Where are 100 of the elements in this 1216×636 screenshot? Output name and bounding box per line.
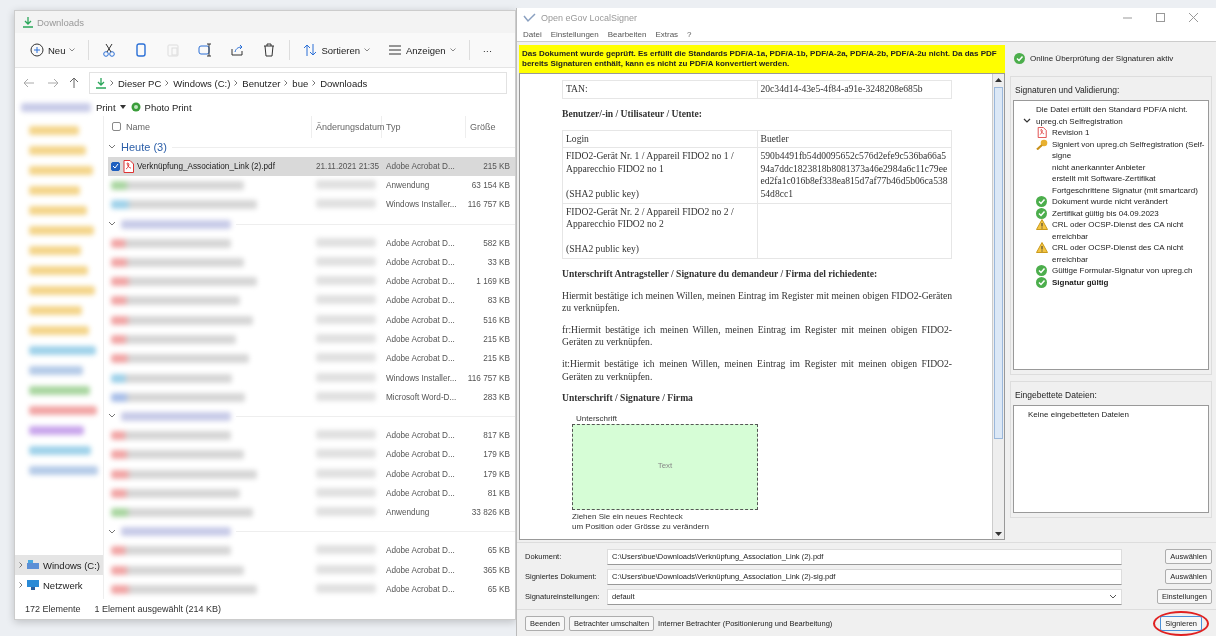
new-button[interactable]: Neu: [23, 39, 83, 61]
file-size: 817 KB: [483, 431, 510, 441]
file-row[interactable]: Microsoft Word-D... 283 KB: [108, 387, 515, 408]
file-row[interactable]: Adobe Acrobat D... 33 KB: [108, 252, 515, 273]
file-row[interactable]: Adobe Acrobat D... 65 KB: [108, 579, 515, 599]
file-size: 65 KB: [487, 546, 510, 556]
file-type: Adobe Acrobat D...: [386, 335, 455, 345]
breadcrumb-item[interactable]: Dieser PC: [118, 77, 162, 89]
up-arrow-icon[interactable]: [69, 77, 79, 89]
file-row[interactable]: Anwendung 63 154 KB: [108, 176, 515, 196]
file-row[interactable]: Adobe Acrobat D... 365 KB: [108, 560, 515, 580]
blurred-text: [316, 507, 376, 517]
file-row[interactable]: Adobe Acrobat D... 83 KB: [108, 291, 515, 311]
section-heading: Eingebettete Dateien:: [1014, 389, 1098, 403]
blurred-text: [29, 205, 87, 215]
sidebar-item[interactable]: Netzwerk: [15, 575, 103, 595]
address-bar[interactable]: Dieser PC Windows (C:) Benutzer bue Downloads: [89, 72, 507, 94]
forward-arrow-icon[interactable]: [47, 78, 59, 88]
close-icon[interactable]: [1189, 13, 1198, 23]
menu-item[interactable]: Datei: [523, 30, 542, 40]
validation-entry: Signatur gültig: [1052, 276, 1109, 289]
scroll-up-icon[interactable]: [995, 77, 1002, 82]
row-checkbox[interactable]: [111, 161, 120, 171]
file-size: 179 KB: [483, 469, 510, 479]
document-heading: Unterschrift / Signature / Firma: [562, 392, 694, 405]
menu-item[interactable]: Bearbeiten: [607, 30, 647, 40]
check-icon: [1036, 265, 1048, 277]
column-header[interactable]: Name: [126, 121, 150, 132]
check-icon: [1036, 196, 1048, 208]
column-header[interactable]: Größe: [470, 121, 496, 132]
caret-icon: [119, 105, 126, 109]
menu-item[interactable]: Einstellungen: [550, 30, 599, 40]
file-row[interactable]: Verknüpfung_Association_Link (2).pdf 21.11.2021 21:35 Adobe Acrobat D... 215 KB: [108, 156, 515, 177]
back-arrow-icon[interactable]: [23, 78, 35, 88]
file-size: 215 KB: [483, 354, 510, 364]
file-type: Adobe Acrobat D...: [386, 546, 455, 556]
file-row[interactable]: Adobe Acrobat D... 516 KB: [108, 310, 515, 330]
blurred-text: [316, 237, 376, 247]
file-date: 21.11.2021 21:35: [316, 161, 380, 171]
file-type: Adobe Acrobat D...: [386, 469, 455, 479]
table-cell: 20c34d14-43e5-4f84-a91e-3248208e685b: [760, 83, 923, 95]
sidebar-item[interactable]: Windows (C:): [15, 555, 103, 575]
app-icon: [130, 102, 141, 112]
file-row[interactable]: Adobe Acrobat D... 1 169 KB: [108, 272, 515, 292]
view-button[interactable]: Anzeigen: [381, 39, 463, 61]
file-size: 516 KB: [483, 315, 510, 325]
file-row[interactable]: Adobe Acrobat D... 179 KB: [108, 464, 515, 484]
file-type: Adobe Acrobat D...: [386, 238, 455, 248]
file-row[interactable]: Adobe Acrobat D... 215 KB: [108, 329, 515, 350]
file-row[interactable]: Adobe Acrobat D... 215 KB: [108, 349, 515, 369]
file-row[interactable]: Adobe Acrobat D... 582 KB: [108, 233, 515, 253]
breadcrumb-item[interactable]: Windows (C:): [173, 77, 231, 89]
window-title: Downloads: [37, 16, 84, 28]
pdf-file-icon: [123, 159, 134, 173]
breadcrumb-item[interactable]: bue: [292, 77, 309, 89]
file-row[interactable]: Windows Installer... 116 757 KB: [108, 195, 515, 215]
group-header[interactable]: Heute (3): [121, 141, 167, 154]
file-row[interactable]: Adobe Acrobat D... 817 KB: [108, 425, 515, 446]
validation-entry: CRL oder OCSP-Dienst des CA nicht erreichbar: [1052, 219, 1185, 243]
column-header[interactable]: Änderungsdatum: [316, 121, 385, 132]
file-row[interactable]: Adobe Acrobat D... 179 KB: [108, 445, 515, 465]
menu-item[interactable]: ?: [687, 30, 692, 40]
print-dropdown[interactable]: Print: [96, 101, 126, 113]
blurred-text: [29, 405, 97, 415]
tree-item[interactable]: Die Datei erfüllt den Standard PDF/A nicht.: [1036, 104, 1188, 116]
menu-item[interactable]: Extras: [655, 30, 679, 40]
file-row[interactable]: Anwendung 33 826 KB: [108, 503, 515, 523]
app-shortcut[interactable]: Photo Print: [130, 101, 192, 113]
validation-entry: CRL oder OCSP-Dienst des CA nicht erreichbar: [1052, 242, 1185, 266]
key-icon: [1036, 138, 1048, 150]
blurred-text: [29, 145, 86, 155]
trash-icon: [262, 43, 277, 57]
blurred-text: [316, 487, 376, 497]
sort-button[interactable]: Sortieren: [296, 39, 377, 61]
copy-icon: [134, 43, 149, 57]
blurred-text: [29, 165, 93, 175]
validation-entry: Revision 1: [1052, 127, 1090, 139]
signature-hint: Ziehen Sie ein neues Rechteck um Position oder Grösse zu verändern: [572, 511, 710, 532]
blurred-text: [316, 564, 376, 574]
breadcrumb-item[interactable]: Benutzer: [242, 77, 281, 89]
chevron-right-icon: [234, 80, 239, 86]
file-row[interactable]: Adobe Acrobat D... 65 KB: [108, 541, 515, 561]
blurred-text: [29, 285, 95, 295]
scroll-down-icon[interactable]: [995, 531, 1002, 536]
select-all-checkbox[interactable]: [112, 122, 121, 132]
file-row[interactable]: Adobe Acrobat D... 81 KB: [108, 483, 515, 504]
scrollbar[interactable]: [992, 74, 1004, 540]
file-type: Adobe Acrobat D...: [386, 354, 455, 364]
blurred-text: [316, 180, 376, 190]
share-icon: [230, 43, 245, 57]
pdf-file-icon: [1036, 127, 1048, 139]
maximize-icon[interactable]: [1156, 13, 1165, 23]
more-button[interactable]: ···: [475, 40, 500, 60]
tree-item[interactable]: upreg.ch Selfregistration: [1036, 115, 1123, 128]
breadcrumb-item[interactable]: Downloads: [320, 77, 368, 89]
file-row[interactable]: Windows Installer... 116 757 KB: [108, 368, 515, 388]
blurred-text: [316, 256, 376, 266]
column-header[interactable]: Typ: [386, 121, 401, 132]
file-size: 33 KB: [487, 257, 510, 267]
sort-icon: [303, 43, 318, 57]
